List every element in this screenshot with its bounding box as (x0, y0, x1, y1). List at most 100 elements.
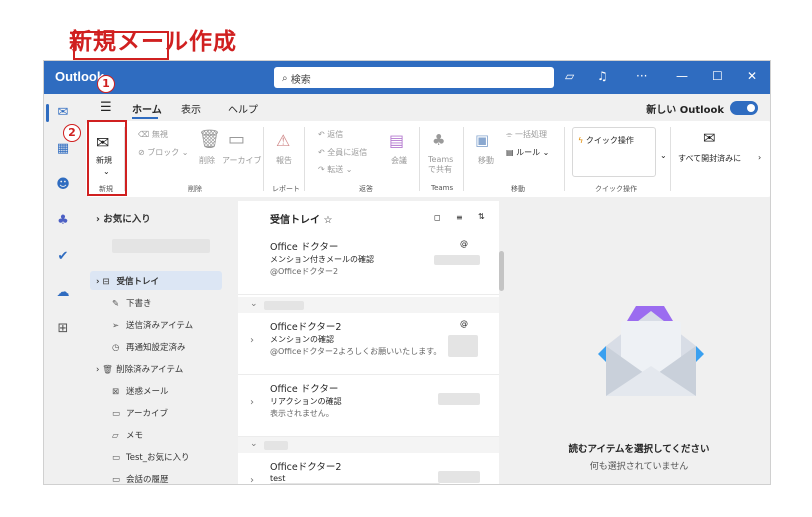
quick-steps-dropdown-icon[interactable]: ⌄ (660, 151, 667, 160)
compose-mode-icon[interactable]: ▱ (565, 69, 574, 83)
reply-button[interactable]: ↶ 返信 (318, 129, 343, 140)
ignore-button[interactable]: ⌫ 無視 (138, 129, 168, 140)
date-redacted (438, 471, 480, 483)
group-move-label: 移動 (511, 185, 525, 193)
test-fav-label: Test_お気に入り (126, 453, 190, 463)
apps-icon[interactable]: ⊞ (52, 318, 74, 338)
reply-label: 返信 (327, 130, 344, 139)
ribbon: ✉ 新規 ⌄ 新規 ⌫ 無視 ⊘ ブロック ⌄ 🗑 削除 ▭ アーカイブ 削除 … (86, 121, 770, 197)
separator (463, 127, 464, 191)
reading-title: 読むアイテムを選択してください (568, 444, 710, 455)
folder-notes[interactable]: ▱ メモ (112, 429, 143, 441)
preview-redacted (270, 483, 440, 484)
bell-icon[interactable]: ♫ (597, 69, 608, 83)
reading-pane: 読むアイテムを選択してください 何も選択されていません (506, 201, 770, 484)
tab-home[interactable]: ホーム (132, 101, 162, 116)
onedrive-icon[interactable]: ☁ (52, 282, 74, 302)
group-respond-label: 返答 (359, 185, 373, 193)
message-item[interactable]: Office ドクター メンション付きメールの確認 @Officeドクター2 @ (238, 233, 500, 295)
message-item[interactable]: › Office ドクター リアクションの確認 表示されません。 (238, 375, 500, 437)
star-icon[interactable]: ☆ (323, 215, 332, 226)
folder-scheduled[interactable]: ◷ 再通知設定済み (112, 341, 186, 353)
message-sender: Office ドクター (270, 384, 339, 395)
group-divider[interactable]: ⌄ (238, 437, 500, 453)
separator (564, 127, 565, 191)
rules-button[interactable]: ▤ ルール ⌄ (506, 147, 549, 158)
select-icon[interactable]: ◻ (434, 213, 441, 222)
folder-inbox[interactable]: › ⊟ 受信トレイ (96, 275, 159, 287)
chevron-right-icon: › (250, 335, 254, 346)
empty-envelope-illustration (598, 306, 704, 396)
bulk-label: 一括処理 (514, 130, 547, 139)
rules-label: ルール (516, 148, 541, 157)
reply-all-button[interactable]: ↶ 全員に返信 (318, 147, 367, 158)
folder-icon: ▭ (112, 453, 121, 463)
annotation-badge-1: 1 (97, 75, 115, 93)
group-quick-label: クイック操作 (595, 185, 637, 193)
scrollbar-thumb[interactable] (499, 251, 504, 291)
message-item[interactable]: › Officeドクター2 メンションの確認 @Officeドクター2よろしくお… (238, 313, 500, 375)
folder-test-fav[interactable]: ▭ Test_お気に入り (112, 451, 190, 463)
teams-icon[interactable]: ♣ (52, 210, 74, 230)
close-icon[interactable]: ✕ (747, 69, 757, 83)
ribbon-next-icon[interactable]: › (758, 153, 761, 162)
conversation-label: 会話の履歴 (126, 475, 169, 485)
meeting-icon: ▤ (389, 131, 405, 150)
trash-icon: 🗑 (198, 129, 221, 150)
more-icon[interactable]: ··· (636, 69, 647, 83)
message-list-scrollbar[interactable] (499, 201, 504, 484)
group-report-label: レポート (272, 185, 300, 193)
filter-icon[interactable]: ≡ (456, 213, 463, 222)
deleted-label: 削除済みアイテム (116, 365, 184, 375)
inbox-label: 受信トレイ (116, 277, 159, 287)
tab-home-underline (132, 117, 158, 119)
folder-deleted[interactable]: › 🗑 削除済みアイテム (96, 363, 183, 375)
maximize-icon[interactable]: ☐ (712, 69, 723, 83)
forward-button[interactable]: ↷ 転送 ⌄ (318, 164, 353, 175)
tab-view[interactable]: 表示 (181, 101, 201, 116)
folder-conversation[interactable]: ▭ 会話の履歴 (112, 473, 169, 485)
mention-icon: @ (460, 319, 468, 328)
separator (263, 127, 264, 191)
folder-junk[interactable]: ⊠ 迷惑メール (112, 385, 169, 397)
folder-archive[interactable]: ▭ アーカイブ (112, 407, 168, 419)
block-button[interactable]: ⊘ ブロック ⌄ (138, 147, 189, 158)
bulk-button[interactable]: ⌯ 一括処理 (506, 129, 547, 140)
message-item[interactable]: › Officeドクター2 test (238, 453, 500, 484)
delete-button[interactable]: 削除 (199, 155, 215, 166)
message-subject: リアクションの確認 (270, 397, 342, 406)
separator (304, 127, 305, 191)
hamburger-icon[interactable]: ☰ (100, 100, 112, 115)
junk-label: 迷惑メール (126, 387, 169, 397)
send-icon: ➢ (112, 321, 120, 331)
tab-help[interactable]: ヘルプ (228, 101, 258, 116)
archive-button[interactable]: アーカイブ (222, 155, 262, 166)
folder-icon: ▭ (112, 475, 121, 485)
highlight-new-button (87, 120, 127, 196)
report-button[interactable]: 報告 (276, 155, 292, 166)
rail-selection-indicator (46, 104, 49, 122)
people-icon[interactable]: ☻ (52, 174, 74, 194)
annotation-badge-2: 2 (63, 124, 81, 142)
move-folder-icon: ▣ (475, 131, 490, 149)
todo-icon[interactable]: ✔ (52, 246, 74, 266)
minimize-icon[interactable]: — (676, 69, 688, 83)
quick-steps-button[interactable]: ϟ クイック操作 (578, 135, 634, 146)
folder-sent[interactable]: ➢ 送信済みアイテム (112, 319, 193, 331)
mark-all-read-button[interactable]: すべて開封済みに (678, 153, 741, 164)
search-input[interactable]: ⌕ 検索 (274, 67, 554, 88)
group-divider[interactable]: ⌄ (238, 297, 500, 313)
mail-icon[interactable]: ✉ (52, 102, 74, 122)
move-button[interactable]: 移動 (478, 155, 494, 166)
archive-icon: ▭ (228, 129, 246, 150)
new-outlook-toggle[interactable] (730, 101, 758, 115)
favorites-header[interactable]: › お気に入り (96, 211, 151, 225)
title-bar: Outlook ⌕ 検索 ▱ ♫ ··· — ☐ ✕ (44, 61, 770, 94)
folder-drafts[interactable]: ✎ 下書き (112, 297, 152, 309)
sent-label: 送信済みアイテム (126, 321, 194, 331)
message-subject: メンションの確認 (270, 335, 334, 344)
search-icon: ⌕ (282, 73, 288, 84)
teams-share-button[interactable]: Teams で共有 (428, 155, 458, 175)
meeting-button[interactable]: 会議 (391, 155, 407, 166)
sort-icon[interactable]: ⇅ (478, 212, 485, 221)
